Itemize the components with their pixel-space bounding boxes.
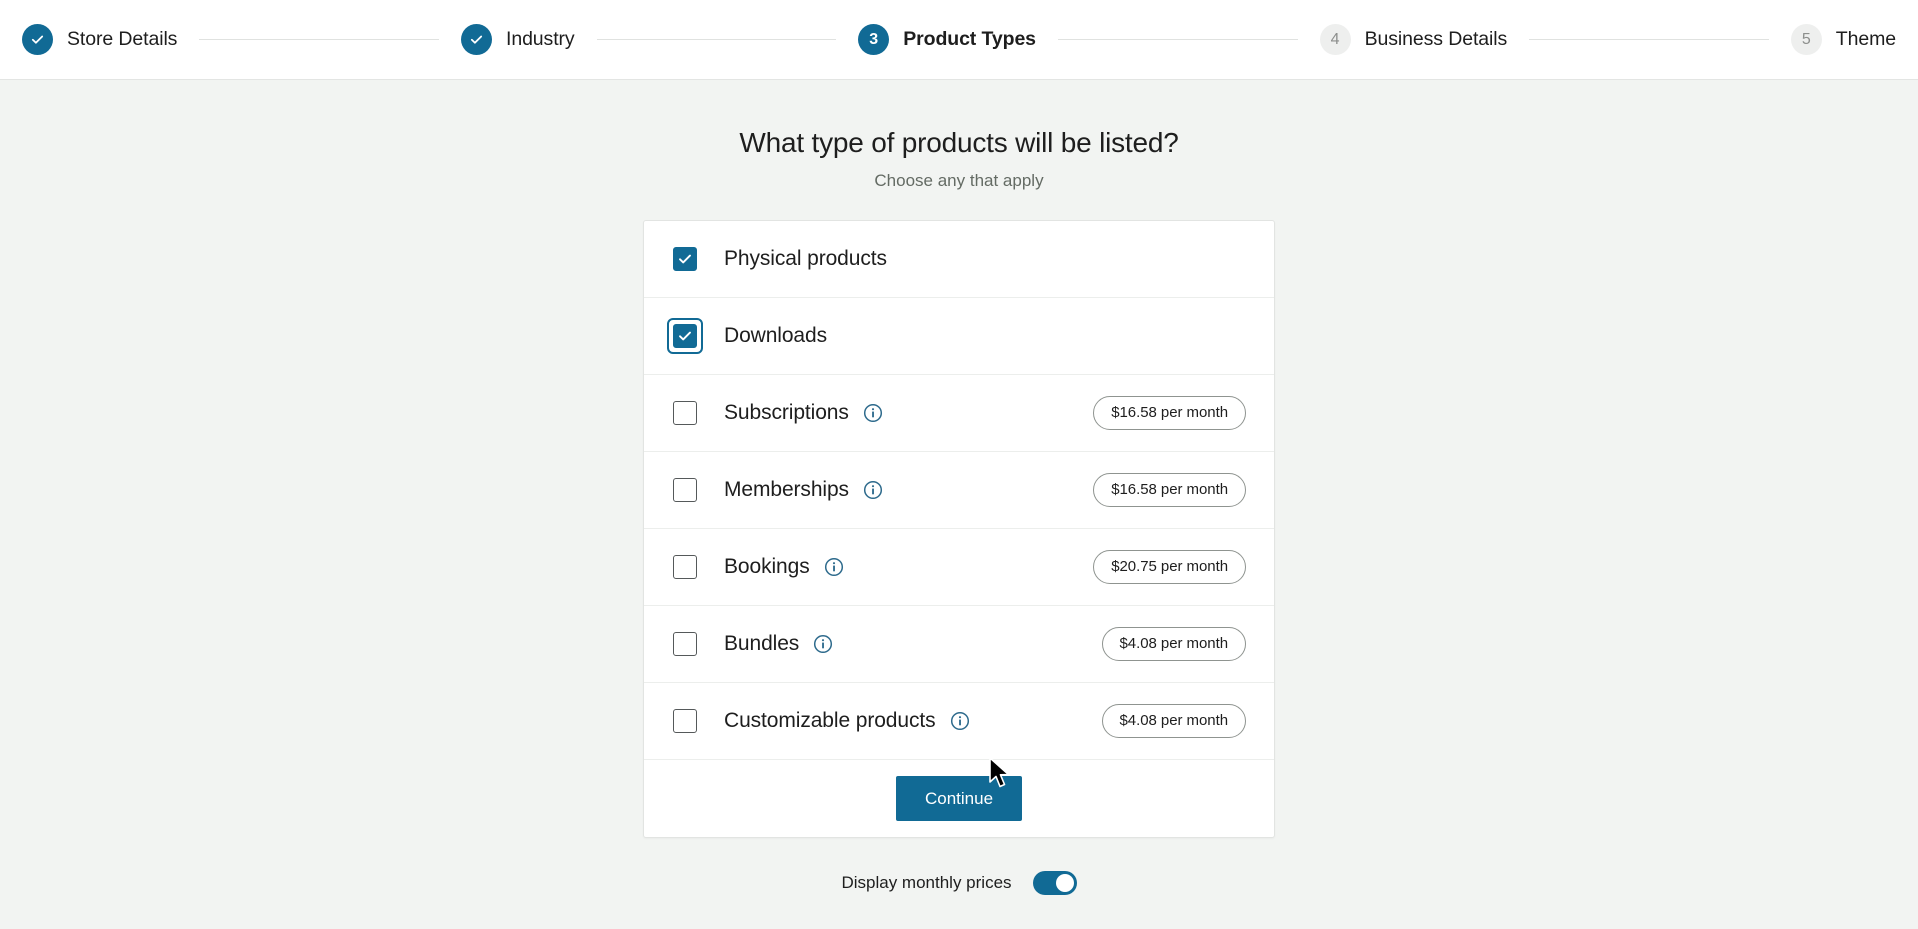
product-type-row[interactable]: Downloads: [644, 298, 1274, 375]
checkbox-unchecked-icon[interactable]: [673, 632, 697, 656]
card-footer: Continue: [644, 760, 1274, 837]
step-2-circle: [461, 24, 492, 55]
stepper-connector-1: [199, 39, 439, 40]
product-type-row-left: Memberships: [673, 478, 1093, 502]
product-type-row[interactable]: Subscriptions $16.58 per month: [644, 375, 1274, 452]
product-type-checkbox-wrapper[interactable]: [673, 709, 697, 733]
step-1-circle: [22, 24, 53, 55]
product-type-row-left: Physical products: [673, 247, 1246, 271]
product-type-row[interactable]: Bundles $4.08 per month: [644, 606, 1274, 683]
step-1-label: Store Details: [67, 28, 177, 51]
product-type-price-badge: $20.75 per month: [1093, 550, 1246, 584]
stepper-step-theme[interactable]: 5 Theme: [1791, 24, 1896, 55]
monthly-prices-toggle-row: Display monthly prices: [841, 871, 1076, 895]
checkbox-unchecked-icon[interactable]: [673, 709, 697, 733]
product-type-label: Subscriptions: [724, 401, 849, 425]
continue-button[interactable]: Continue: [896, 776, 1022, 821]
stepper-step-industry[interactable]: Industry: [461, 24, 575, 55]
product-type-label: Memberships: [724, 478, 849, 502]
product-type-label: Downloads: [724, 324, 827, 348]
product-type-row-left: Customizable products: [673, 709, 1102, 733]
product-type-row-left: Bundles: [673, 632, 1102, 656]
info-icon[interactable]: [824, 557, 844, 577]
stepper-step-product-types[interactable]: 3 Product Types: [858, 24, 1036, 55]
product-type-label: Bookings: [724, 555, 810, 579]
step-3-label: Product Types: [903, 28, 1036, 51]
product-type-checkbox-wrapper[interactable]: [673, 555, 697, 579]
product-type-price-badge: $16.58 per month: [1093, 396, 1246, 430]
step-5-label: Theme: [1836, 28, 1896, 51]
step-2-label: Industry: [506, 28, 575, 51]
product-types-list: Physical products Downloads Subscriptions $…: [644, 221, 1274, 760]
step-4-circle: 4: [1320, 24, 1351, 55]
monthly-prices-toggle[interactable]: [1033, 871, 1077, 895]
page-subtitle: Choose any that apply: [874, 171, 1043, 191]
product-types-card: Physical products Downloads Subscriptions $…: [643, 220, 1275, 838]
product-type-row[interactable]: Bookings $20.75 per month: [644, 529, 1274, 606]
product-type-row-left: Bookings: [673, 555, 1093, 579]
info-icon[interactable]: [813, 634, 833, 654]
product-type-checkbox-wrapper[interactable]: [673, 401, 697, 425]
product-type-row-left: Downloads: [673, 324, 1246, 348]
stepper-connector-4: [1529, 39, 1769, 40]
stepper-step-store-details[interactable]: Store Details: [22, 24, 177, 55]
product-type-row[interactable]: Memberships $16.58 per month: [644, 452, 1274, 529]
checkbox-checked-icon[interactable]: [673, 324, 697, 348]
product-type-checkbox-wrapper[interactable]: [673, 632, 697, 656]
check-icon: [30, 32, 45, 47]
onboarding-content: What type of products will be listed? Ch…: [0, 80, 1918, 928]
product-type-label: Bundles: [724, 632, 799, 656]
checkbox-unchecked-icon[interactable]: [673, 401, 697, 425]
product-type-price-badge: $16.58 per month: [1093, 473, 1246, 507]
monthly-prices-toggle-label: Display monthly prices: [841, 873, 1011, 893]
product-type-checkbox-wrapper[interactable]: [673, 247, 697, 271]
stepper-step-business-details[interactable]: 4 Business Details: [1320, 24, 1508, 55]
product-type-price-badge: $4.08 per month: [1102, 704, 1247, 738]
page-title: What type of products will be listed?: [739, 127, 1178, 159]
onboarding-stepper: Store Details Industry 3 Product Types 4…: [0, 0, 1918, 80]
stepper-connector-3: [1058, 39, 1298, 40]
product-type-row-left: Subscriptions: [673, 401, 1093, 425]
product-type-row[interactable]: Customizable products $4.08 per month: [644, 683, 1274, 760]
step-5-circle: 5: [1791, 24, 1822, 55]
checkbox-unchecked-icon[interactable]: [673, 478, 697, 502]
product-type-label: Physical products: [724, 247, 887, 271]
checkbox-checked-icon[interactable]: [673, 247, 697, 271]
product-type-row[interactable]: Physical products: [644, 221, 1274, 298]
info-icon[interactable]: [863, 480, 883, 500]
step-3-circle: 3: [858, 24, 889, 55]
check-icon: [469, 32, 484, 47]
product-type-price-badge: $4.08 per month: [1102, 627, 1247, 661]
info-icon[interactable]: [950, 711, 970, 731]
stepper-connector-2: [597, 39, 837, 40]
product-type-checkbox-wrapper[interactable]: [673, 324, 697, 348]
checkbox-unchecked-icon[interactable]: [673, 555, 697, 579]
toggle-knob: [1056, 874, 1074, 892]
product-type-label: Customizable products: [724, 709, 936, 733]
step-4-label: Business Details: [1365, 28, 1508, 51]
info-icon[interactable]: [863, 403, 883, 423]
product-type-checkbox-wrapper[interactable]: [673, 478, 697, 502]
